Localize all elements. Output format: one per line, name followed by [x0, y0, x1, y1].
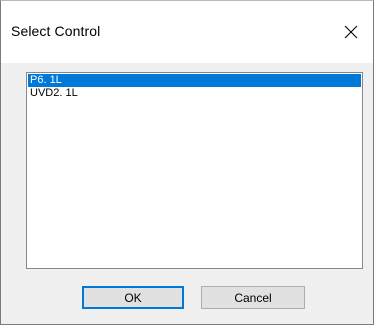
control-listbox[interactable]: P6. 1L UVD2. 1L [26, 72, 363, 269]
title-bar: Select Control [1, 1, 373, 63]
dialog-title: Select Control [11, 23, 101, 39]
close-icon [344, 25, 358, 39]
close-button[interactable] [329, 15, 373, 49]
ok-button[interactable]: OK [82, 286, 184, 309]
list-item[interactable]: P6. 1L [28, 74, 361, 87]
cancel-button[interactable]: Cancel [201, 286, 305, 309]
list-item[interactable]: UVD2. 1L [28, 87, 361, 100]
select-control-dialog: Select Control P6. 1L UVD2. 1L OK Cancel [0, 0, 374, 325]
